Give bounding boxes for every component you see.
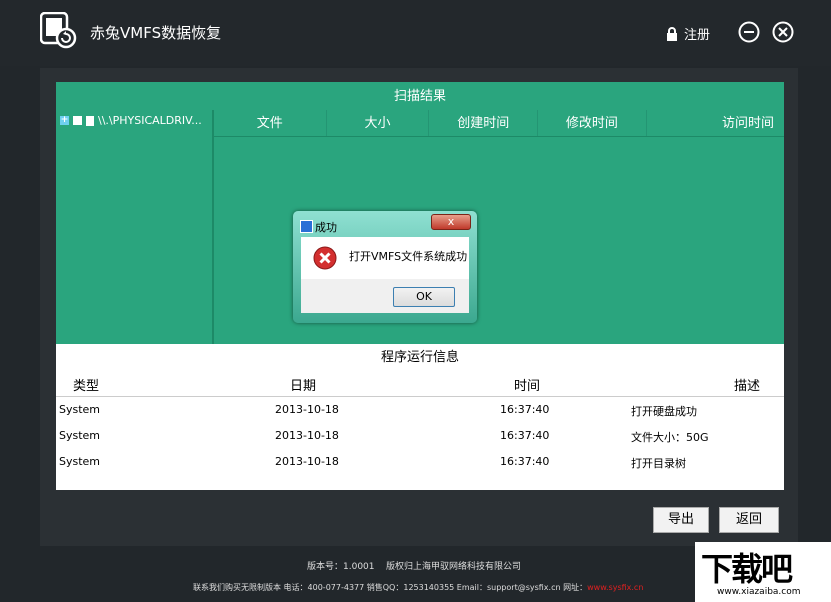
column-accessed[interactable]: 访问时间 xyxy=(647,110,784,136)
log-cell-type: System xyxy=(59,429,101,442)
contact-text: 联系我们购买无限制版本 电话：400-077-4377 销售QQ：1253140… xyxy=(193,583,588,592)
register-button[interactable]: 注册 xyxy=(666,24,710,43)
log-header: 程序运行信息 xyxy=(56,344,784,370)
app-window: 赤兔VMFS数据恢复 注册 扫描结果 + \\.\PHYSICALDRIV...… xyxy=(0,0,831,602)
minimize-icon[interactable] xyxy=(738,21,760,43)
log-cell-time: 16:37:40 xyxy=(500,429,550,442)
website-link[interactable]: www.sysfix.cn xyxy=(587,583,643,592)
log-cell-date: 2013-10-18 xyxy=(275,403,339,416)
log-table[interactable]: System 2013-10-18 16:37:40 打开硬盘成功 System… xyxy=(56,397,784,490)
watermark-logo-text: 下载吧 xyxy=(701,550,793,588)
tree-item-label: \\.\PHYSICALDRIV... xyxy=(98,114,202,127)
error-icon xyxy=(313,246,337,270)
dialog-title: 成功 xyxy=(315,221,337,234)
log-column-description: 描述 xyxy=(734,379,761,394)
log-cell-time: 16:37:40 xyxy=(500,403,550,416)
log-column-date: 日期 xyxy=(290,379,317,394)
log-cell-description: 打开硬盘成功 xyxy=(631,405,697,418)
log-cell-type: System xyxy=(59,455,101,468)
log-cell-time: 16:37:40 xyxy=(500,455,550,468)
tree-item[interactable]: + \\.\PHYSICALDRIV... xyxy=(56,110,212,127)
lock-icon xyxy=(667,26,677,41)
export-button[interactable]: 导出 xyxy=(653,507,709,533)
checkbox[interactable] xyxy=(73,116,82,125)
watermark-url: www.xiazaiba.com xyxy=(717,587,801,597)
log-column-type: 类型 xyxy=(73,379,100,394)
app-logo-icon xyxy=(40,12,77,49)
column-created[interactable]: 创建时间 xyxy=(429,110,539,136)
log-column-time: 时间 xyxy=(514,379,541,394)
file-columns-header: 文件 大小 创建时间 修改时间 访问时间 xyxy=(214,110,784,137)
success-dialog: 成功 x 打开VMFS文件系统成功 OK xyxy=(293,211,477,323)
ok-button[interactable]: OK xyxy=(393,287,455,307)
log-cell-description: 打开目录树 xyxy=(631,457,686,470)
register-label: 注册 xyxy=(684,28,711,43)
copyright-text: 版权归上海甲驭网络科技有限公司 xyxy=(385,562,521,572)
app-title: 赤兔VMFS数据恢复 xyxy=(90,24,222,42)
column-modified[interactable]: 修改时间 xyxy=(538,110,647,136)
log-cell-type: System xyxy=(59,403,101,416)
log-cell-description: 文件大小：50G xyxy=(631,431,709,444)
back-button[interactable]: 返回 xyxy=(719,507,779,533)
table-row[interactable]: System 2013-10-18 16:37:40 文件大小：50G xyxy=(56,423,784,449)
log-columns-header: 类型 日期 时间 描述 xyxy=(56,370,784,397)
expand-icon[interactable]: + xyxy=(60,116,69,125)
version-text: 版本号：1.0001 xyxy=(307,562,375,572)
file-icon xyxy=(86,115,94,126)
column-file[interactable]: 文件 xyxy=(214,110,327,136)
dialog-app-icon xyxy=(300,220,313,233)
footer-contact-line: 联系我们购买无限制版本 电话：400-077-4377 销售QQ：1253140… xyxy=(193,582,643,593)
watermark-logo: 下载吧 www.xiazaiba.com xyxy=(695,542,831,602)
directory-tree[interactable]: + \\.\PHYSICALDRIV... xyxy=(56,110,214,344)
footer-version-line: 版本号：1.0001 版权归上海甲驭网络科技有限公司 xyxy=(307,559,521,572)
column-size[interactable]: 大小 xyxy=(327,110,430,136)
dialog-message: 打开VMFS文件系统成功 xyxy=(349,250,468,263)
dialog-button-bar: OK xyxy=(301,279,469,313)
dialog-close-button[interactable]: x xyxy=(431,214,471,230)
scan-results-header: 扫描结果 xyxy=(393,89,446,104)
table-row[interactable]: System 2013-10-18 16:37:40 打开目录树 xyxy=(56,449,784,475)
log-cell-date: 2013-10-18 xyxy=(275,429,339,442)
close-icon[interactable] xyxy=(772,21,794,43)
dialog-body: 打开VMFS文件系统成功 OK xyxy=(301,237,469,313)
log-cell-date: 2013-10-18 xyxy=(275,455,339,468)
table-row[interactable]: System 2013-10-18 16:37:40 打开硬盘成功 xyxy=(56,397,784,423)
title-bar: 赤兔VMFS数据恢复 注册 xyxy=(0,0,831,66)
